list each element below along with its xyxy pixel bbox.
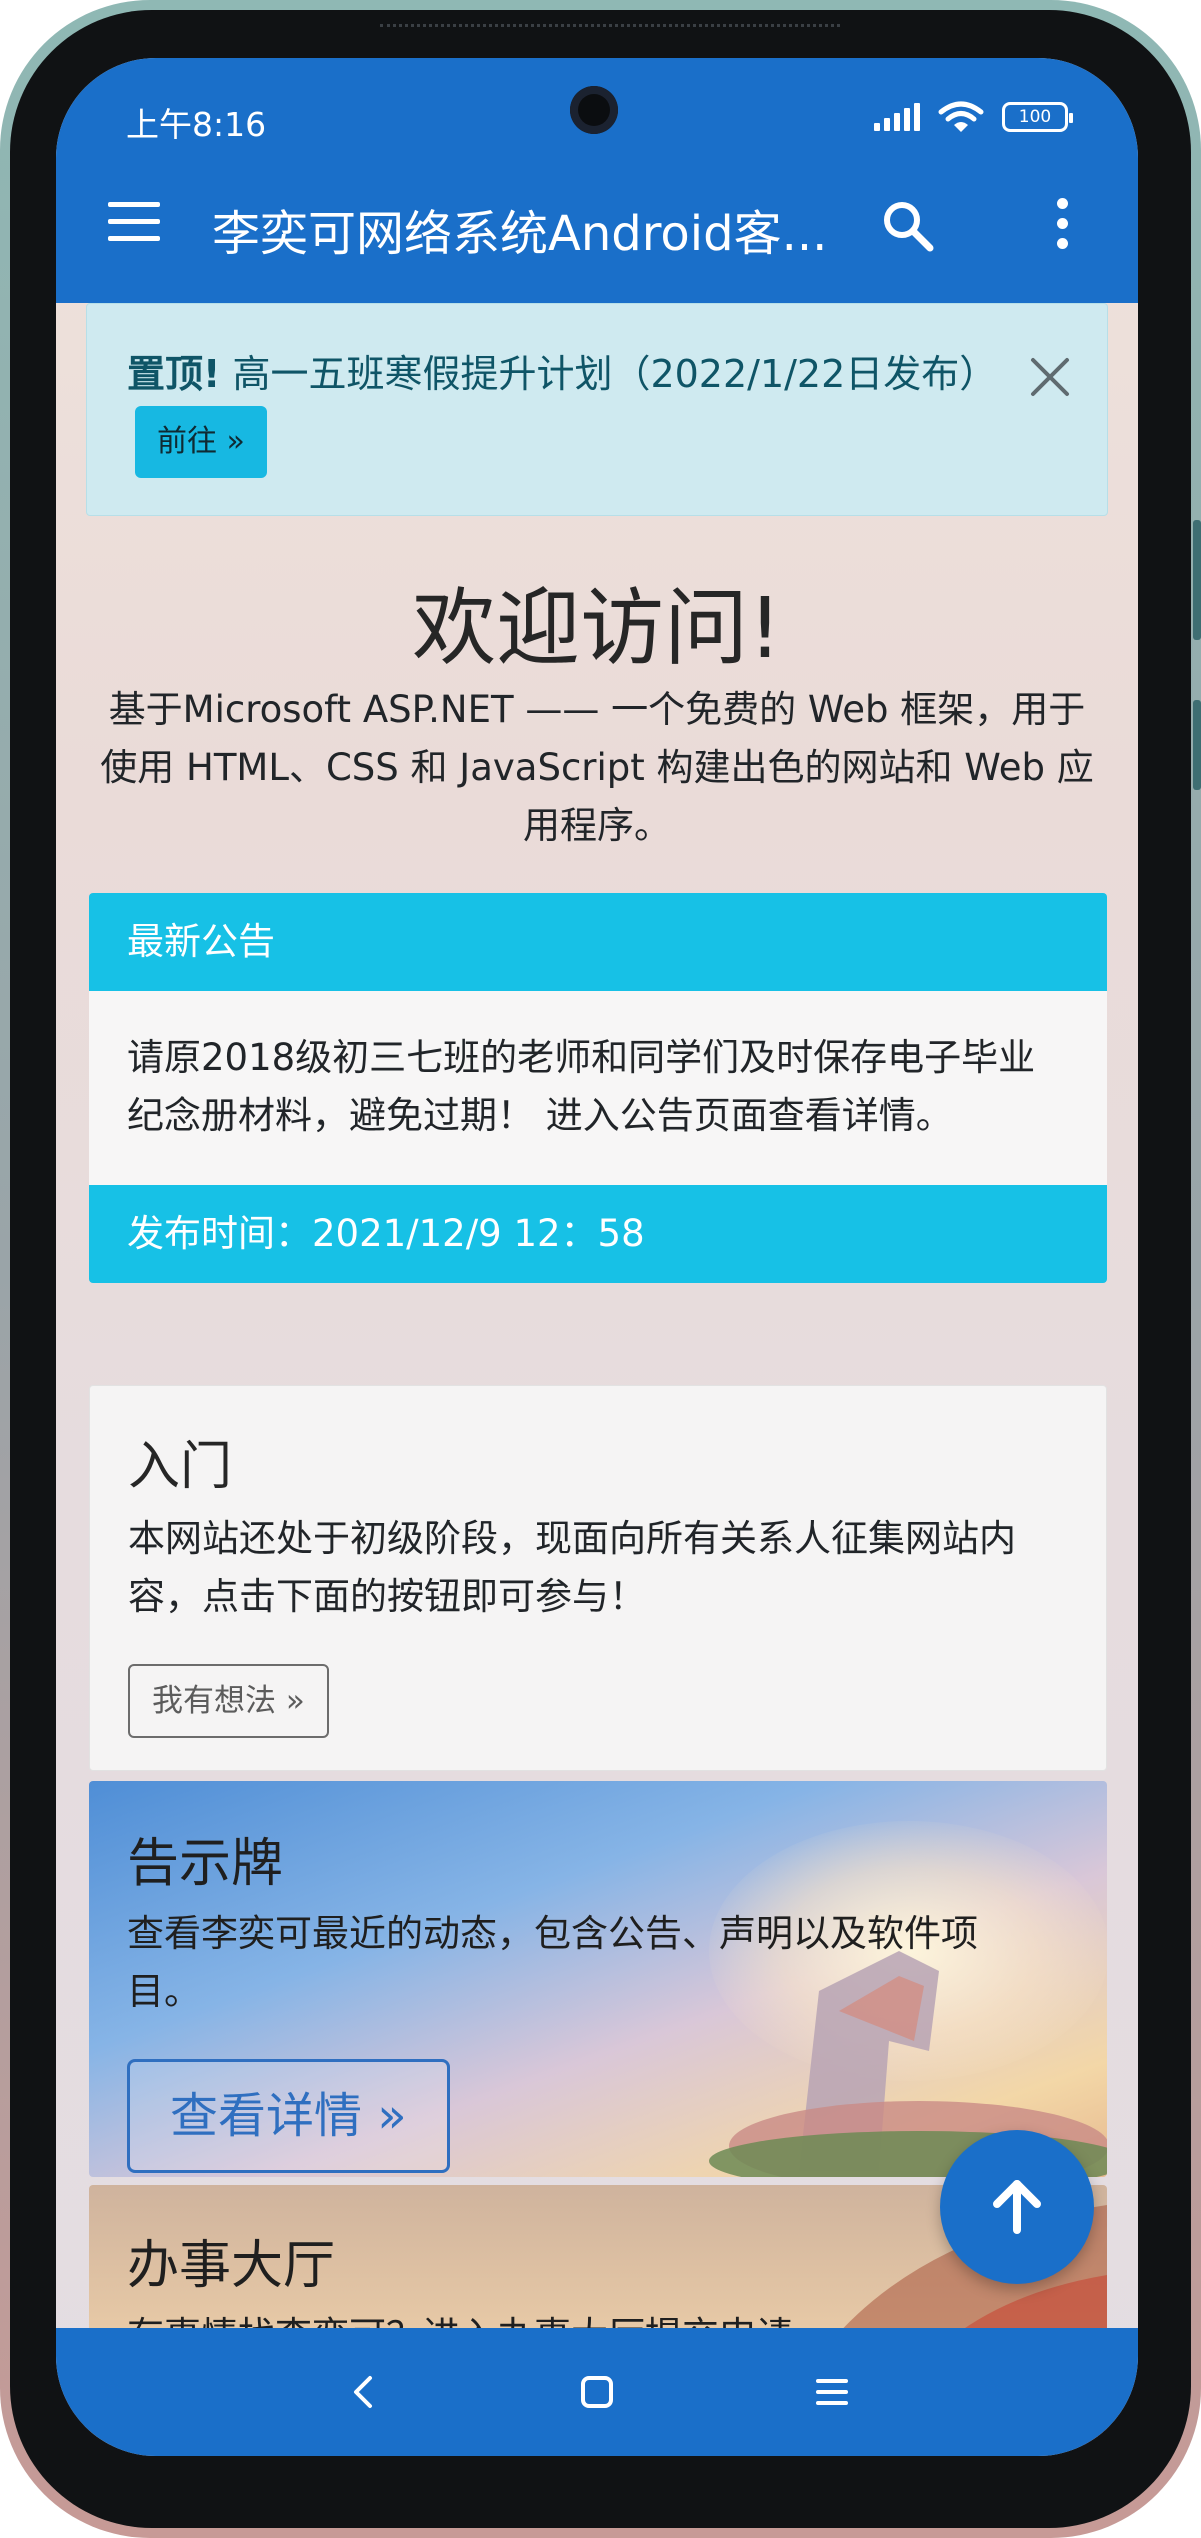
app-title: 李奕可网络系统Android客...: [212, 206, 828, 262]
menu-icon[interactable]: [108, 202, 160, 242]
alert-message: 高一五班寒假提升计划（2022/1/22日发布）: [232, 352, 998, 396]
battery-icon: 100: [1002, 102, 1073, 132]
power-button: [1193, 700, 1201, 790]
back-icon[interactable]: [340, 2368, 388, 2416]
search-icon[interactable]: [878, 196, 938, 256]
bulletin-board-card: 告示牌 查看李奕可最近的动态，包含公告、声明以及软件项目。 查看详情 »: [89, 1781, 1107, 2177]
signal-icon: [874, 103, 920, 131]
card-title: 办事大厅: [127, 2236, 336, 2296]
card-text: 本网站还处于初级阶段，现面向所有关系人征集网站内容，点击下面的按钮即可参与！: [128, 1517, 1016, 1618]
phone-frame: 上午8:16 100 李奕可网络系统Android客... 置顶! 高一五班寒假…: [0, 0, 1201, 2538]
system-nav-bar: [56, 2328, 1138, 2456]
welcome-title: 欢迎访问!: [412, 579, 782, 677]
alert-goto-button[interactable]: 前往 »: [135, 406, 267, 478]
arrow-up-icon: [993, 2180, 1041, 2234]
volume-button: [1193, 520, 1201, 640]
speaker-grille: [380, 24, 840, 30]
more-vert-icon[interactable]: [1052, 198, 1072, 254]
notice-body: 请原2018级初三七班的老师和同学们及时保存电子毕业纪念册材料，避免过期！ 进入…: [89, 991, 1107, 1185]
status-time: 上午8:16: [126, 105, 267, 144]
home-icon[interactable]: [573, 2368, 621, 2416]
battery-level: 100: [1018, 107, 1052, 127]
scroll-top-button[interactable]: [940, 2130, 1094, 2284]
app-bar: 上午8:16 100 李奕可网络系统Android客...: [56, 58, 1138, 303]
welcome-description: 基于Microsoft ASP.NET —— 一个免费的 Web 框架，用于使用…: [100, 688, 1094, 847]
notice-footer: 发布时间：2021/12/9 12：58: [89, 1185, 1107, 1283]
pinned-alert: 置顶! 高一五班寒假提升计划（2022/1/22日发布） 前往 »: [86, 303, 1108, 516]
alert-strong: 置顶!: [127, 352, 221, 396]
close-icon[interactable]: [1025, 352, 1075, 402]
getting-started-card: 入门 本网站还处于初级阶段，现面向所有关系人征集网站内容，点击下面的按钮即可参与…: [89, 1385, 1107, 1771]
card-title: 入门: [128, 1437, 233, 1497]
card-title: 告示牌: [127, 1834, 284, 1894]
front-camera: [570, 86, 618, 134]
idea-button[interactable]: 我有想法 »: [128, 1664, 329, 1738]
status-icons: 100: [874, 100, 1073, 134]
notice-card: 最新公告 请原2018级初三七班的老师和同学们及时保存电子毕业纪念册材料，避免过…: [89, 893, 1107, 1283]
wifi-icon: [938, 101, 984, 132]
alert-text: 置顶! 高一五班寒假提升计划（2022/1/22日发布） 前往 »: [127, 342, 1007, 478]
view-details-button[interactable]: 查看详情 »: [127, 2059, 450, 2173]
recents-icon[interactable]: [808, 2368, 856, 2416]
screen: 上午8:16 100 李奕可网络系统Android客... 置顶! 高一五班寒假…: [56, 58, 1138, 2456]
notice-header: 最新公告: [89, 893, 1107, 991]
card-text: 查看李奕可最近的动态，包含公告、声明以及软件项目。: [127, 1912, 978, 2013]
